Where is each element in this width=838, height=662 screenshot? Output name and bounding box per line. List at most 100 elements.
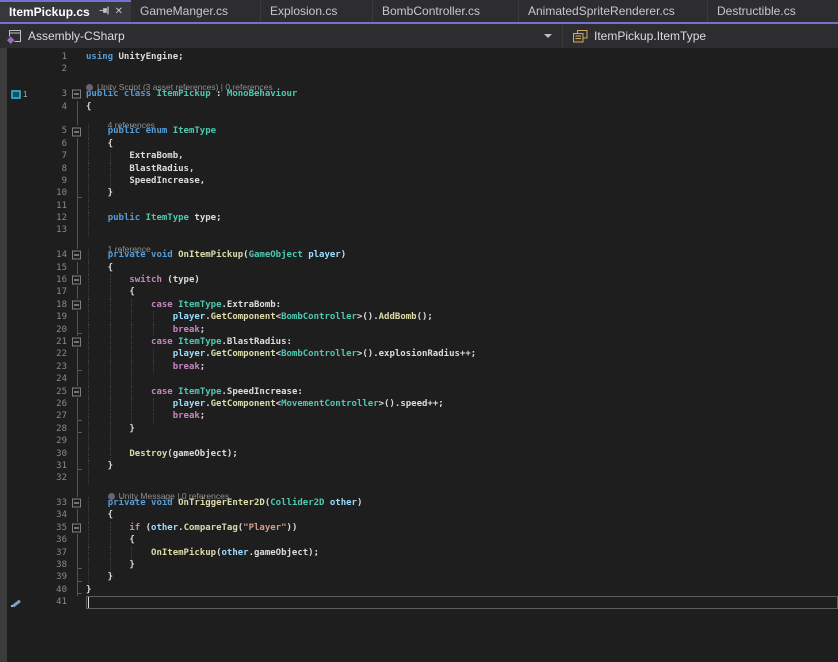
code-text[interactable] — [86, 373, 838, 385]
outlining-margin — [71, 125, 86, 137]
outlining-margin — [71, 509, 86, 521]
code-text[interactable]: { — [86, 286, 838, 298]
line-number: 40 — [35, 584, 71, 596]
indent-guide — [88, 472, 89, 484]
close-icon[interactable]: ✕ — [115, 7, 123, 17]
code-editor[interactable]: 1using UnityEngine;2Unity Script (3 asse… — [0, 48, 838, 662]
tab-itempickup-cs[interactable]: ItemPickup.cs ✕ — [0, 0, 131, 22]
code-text[interactable]: private void OnItemPickup(GameObject pla… — [86, 249, 838, 261]
glyph-margin — [7, 150, 35, 162]
code-line-text: BlastRadius, — [86, 163, 838, 175]
outlining-margin — [71, 88, 86, 100]
outlining-margin — [71, 212, 86, 224]
code-text[interactable]: OnItemPickup(other.gameObject); — [86, 547, 838, 559]
glyph-margin — [7, 361, 35, 373]
code-text[interactable] — [86, 224, 838, 236]
code-text[interactable]: { — [86, 138, 838, 150]
line-number: 41 — [35, 596, 71, 608]
glyph-margin — [7, 509, 35, 521]
line-number: 12 — [35, 212, 71, 224]
fold-collapse-toggle[interactable] — [72, 90, 81, 99]
code-text[interactable]: public class ItemPickup : MonoBehaviour — [86, 88, 838, 100]
code-text[interactable]: } — [86, 584, 838, 596]
code-text[interactable]: Destroy(gameObject); — [86, 448, 838, 460]
code-text[interactable]: using UnityEngine; — [86, 51, 838, 63]
glyph-margin — [7, 584, 35, 596]
code-text[interactable]: break; — [86, 410, 838, 422]
code-text[interactable]: } — [86, 571, 838, 583]
code-text[interactable]: player.GetComponent<MovementController>(… — [86, 398, 838, 410]
code-text[interactable]: break; — [86, 361, 838, 373]
code-text[interactable]: SpeedIncrease, — [86, 175, 838, 187]
enum-icon — [573, 30, 588, 43]
member-dropdown[interactable]: ItemPickup.ItemType — [562, 24, 706, 48]
code-text[interactable]: } — [86, 460, 838, 472]
code-text[interactable]: private void OnTriggerEnter2D(Collider2D… — [86, 497, 838, 509]
fold-collapse-toggle[interactable] — [72, 387, 81, 396]
code-line: 29 — [7, 435, 838, 447]
code-text[interactable]: public enum ItemType — [86, 125, 838, 137]
code-text[interactable]: { — [86, 101, 838, 113]
fold-collapse-toggle[interactable] — [72, 338, 81, 347]
code-line-text: public class ItemPickup : MonoBehaviour — [86, 88, 838, 100]
code-text[interactable]: case ItemType.SpeedIncrease: — [86, 386, 838, 398]
code-text[interactable] — [86, 472, 838, 484]
tab-label: ItemPickup.cs — [9, 5, 90, 19]
code-text[interactable]: BlastRadius, — [86, 163, 838, 175]
code-text[interactable]: player.GetComponent<BombController>().ex… — [86, 348, 838, 360]
pin-icon[interactable] — [99, 5, 110, 19]
outlining-margin — [71, 398, 86, 410]
tab-gamemanger-cs[interactable]: GameManger.cs — [131, 0, 261, 22]
glyph-margin — [7, 497, 35, 509]
fold-collapse-toggle[interactable] — [72, 301, 81, 310]
code-text[interactable]: } — [86, 187, 838, 199]
code-line: 35 if (other.CompareTag("Player")) — [7, 522, 838, 534]
fold-collapse-toggle[interactable] — [72, 524, 81, 533]
line-number: 37 — [35, 547, 71, 559]
code-line: 40} — [7, 584, 838, 596]
code-text[interactable]: case ItemType.ExtraBomb: — [86, 299, 838, 311]
code-line-text: player.GetComponent<BombController>().ex… — [86, 348, 838, 360]
glyph-margin — [7, 274, 35, 286]
code-text[interactable]: if (other.CompareTag("Player")) — [86, 522, 838, 534]
code-line-text: break; — [86, 410, 838, 422]
code-text[interactable]: public ItemType type; — [86, 212, 838, 224]
code-text[interactable] — [86, 596, 838, 608]
line-number: 9 — [35, 175, 71, 187]
line-number: 27 — [35, 410, 71, 422]
codelens-text: 1 reference — [86, 237, 838, 249]
code-line-text: case ItemType.BlastRadius: — [86, 336, 838, 348]
code-text[interactable]: break; — [86, 324, 838, 336]
code-text[interactable]: ExtraBomb, — [86, 150, 838, 162]
tab-bombcontroller-cs[interactable]: BombController.cs — [373, 0, 519, 22]
fold-collapse-toggle[interactable] — [72, 127, 81, 136]
chevron-down-icon[interactable] — [544, 34, 552, 38]
outlining-margin — [71, 274, 86, 286]
code-line-text: SpeedIncrease, — [86, 175, 838, 187]
code-text[interactable]: } — [86, 559, 838, 571]
code-text[interactable]: player.GetComponent<BombController>().Ad… — [86, 311, 838, 323]
code-text[interactable]: case ItemType.BlastRadius: — [86, 336, 838, 348]
fold-collapse-toggle[interactable] — [72, 499, 81, 508]
code-line: 33 private void OnTriggerEnter2D(Collide… — [7, 497, 838, 509]
code-text[interactable]: { — [86, 509, 838, 521]
code-text[interactable]: { — [86, 534, 838, 546]
line-number: 6 — [35, 138, 71, 150]
code-text[interactable] — [86, 200, 838, 212]
fold-collapse-toggle[interactable] — [72, 251, 81, 260]
code-text[interactable] — [86, 63, 838, 75]
tab-animatedspriterenderer-cs[interactable]: AnimatedSpriteRenderer.cs — [519, 0, 708, 22]
glyph-margin — [7, 237, 35, 249]
code-text[interactable] — [86, 435, 838, 447]
fold-collapse-toggle[interactable] — [72, 276, 81, 285]
project-dropdown[interactable]: Assembly-CSharp — [0, 29, 562, 44]
glyph-margin — [7, 571, 35, 583]
glyph-margin — [7, 435, 35, 447]
glyph-margin — [7, 101, 35, 113]
tab-explosion-cs[interactable]: Explosion.cs — [261, 0, 373, 22]
code-text[interactable]: switch (type) — [86, 274, 838, 286]
glyph-margin — [7, 138, 35, 150]
tab-destructible-cs[interactable]: Destructible.cs — [708, 0, 838, 22]
code-text[interactable]: } — [86, 423, 838, 435]
code-text[interactable]: { — [86, 262, 838, 274]
